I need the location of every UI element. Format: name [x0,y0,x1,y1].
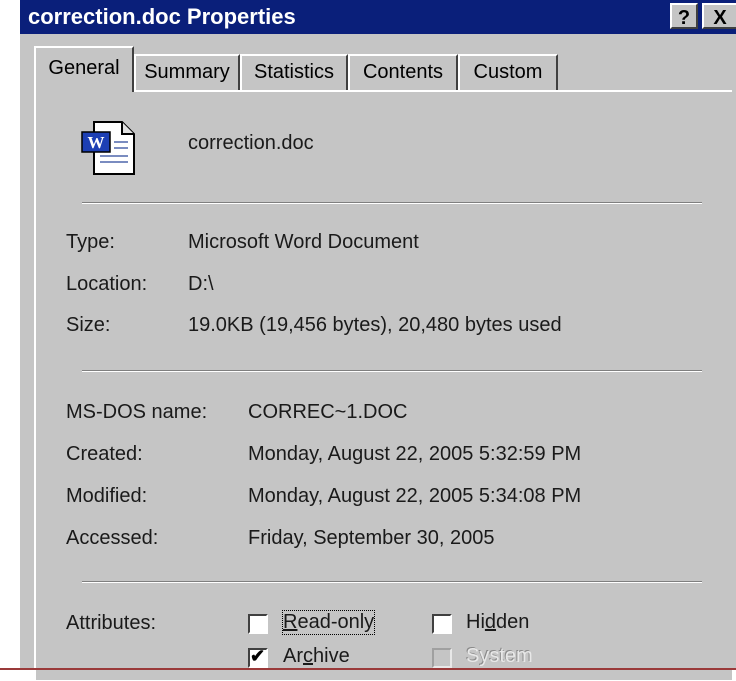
tab-contents[interactable]: Contents [348,54,458,90]
msdos-name-value: CORREC~1.DOC [248,401,408,423]
location-value: D:\ [188,273,214,295]
system-checkbox[interactable] [432,648,452,668]
type-label: Type: [66,231,115,253]
title-bar[interactable]: correction.doc Properties ? X [20,0,736,34]
general-tab-panel [34,90,732,680]
close-button[interactable]: X [702,3,736,29]
created-label: Created: [66,443,143,465]
accessed-label: Accessed: [66,527,159,549]
checkmark-icon: ✔ [250,646,266,666]
properties-dialog: correction.doc Properties ? X General Su… [20,0,736,680]
tab-custom[interactable]: Custom [458,54,558,90]
modified-value: Monday, August 22, 2005 5:34:08 PM [248,485,582,507]
read-only-label[interactable]: Read-only [281,610,376,635]
created-value: Monday, August 22, 2005 5:32:59 PM [248,443,582,465]
accessed-value: Friday, September 30, 2005 [248,527,495,549]
separator [82,581,702,583]
msdos-name-label: MS-DOS name: [66,401,208,423]
hidden-label[interactable]: Hidden [466,611,529,634]
archive-label[interactable]: Archive [283,645,350,668]
bottom-border [0,668,736,670]
svg-text:W: W [88,133,105,152]
size-value: 19.0KB (19,456 bytes), 20,480 bytes used [188,314,562,336]
separator [82,202,702,204]
modified-label: Modified: [66,485,148,507]
file-name: correction.doc [188,132,314,154]
archive-checkbox[interactable]: ✔ [248,646,268,668]
word-document-icon: W [81,121,135,175]
read-only-checkbox[interactable] [248,614,268,634]
tab-general[interactable]: General [34,46,134,92]
size-label: Size: [66,314,111,336]
system-label: System [466,645,533,667]
location-label: Location: [66,273,148,295]
tab-statistics[interactable]: Statistics [240,54,348,90]
separator [82,370,702,372]
window-title: correction.doc Properties [28,4,296,29]
tab-summary[interactable]: Summary [134,54,240,90]
type-value: Microsoft Word Document [188,231,419,253]
hidden-checkbox[interactable] [432,614,452,634]
attributes-label: Attributes: [66,612,157,634]
help-button[interactable]: ? [670,3,698,29]
